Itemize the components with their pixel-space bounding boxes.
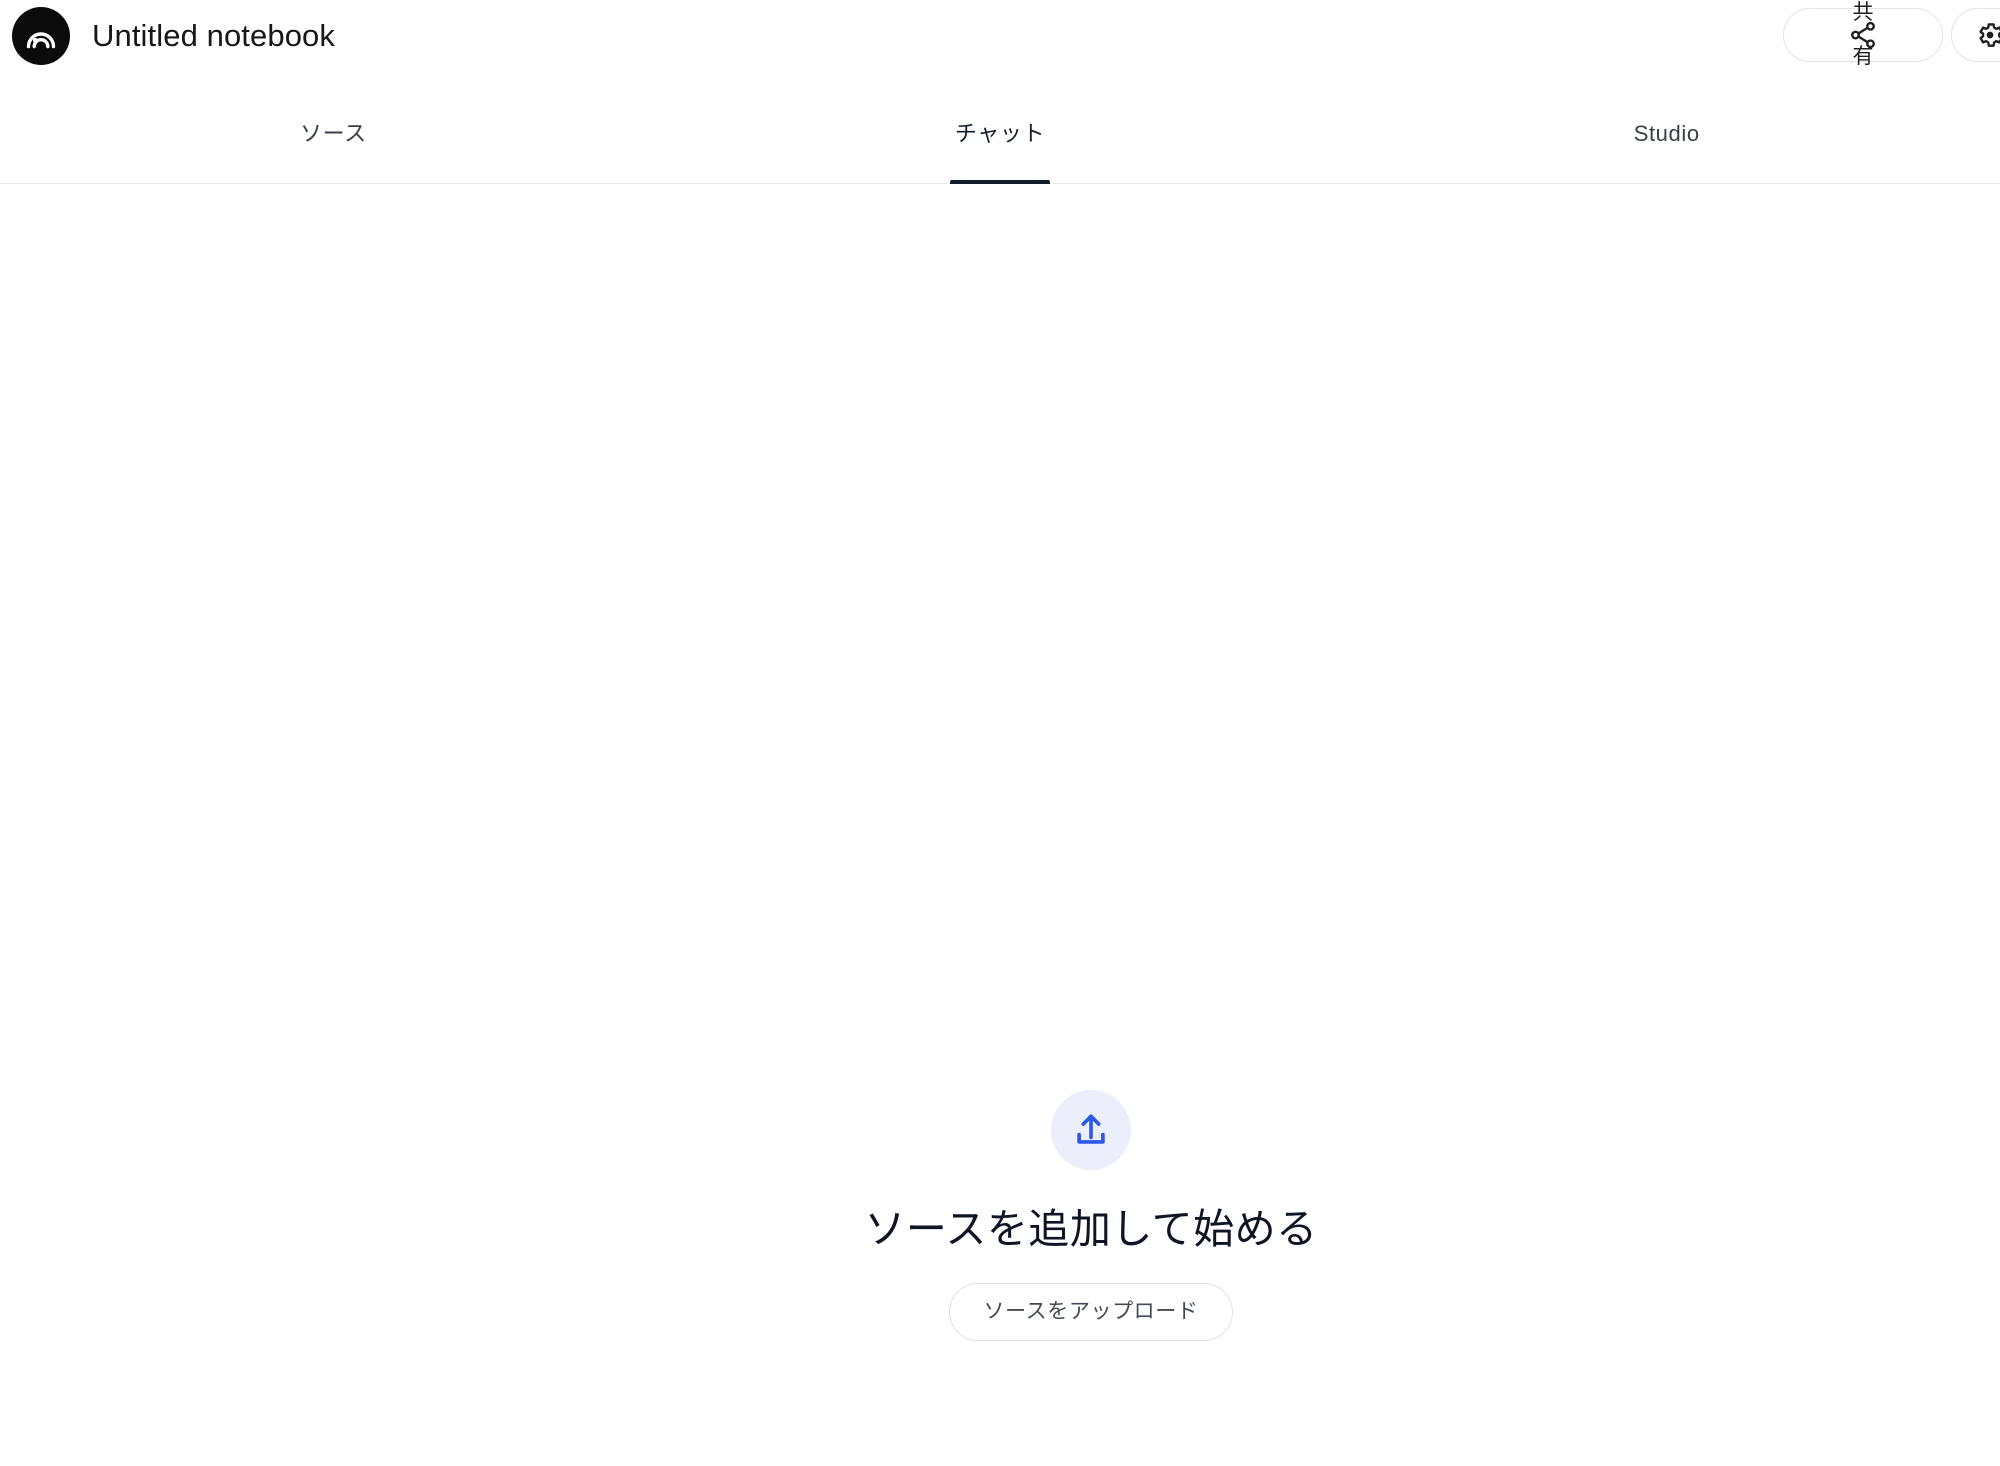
upload-icon [1051,1090,1131,1170]
tab-sources[interactable]: ソース [0,72,667,184]
tab-list: ソース チャット Studio [0,72,2000,184]
empty-state: ソースを追加して始める ソースをアップロード [641,1090,1541,1341]
tab-chat-label: チャット [954,121,1046,146]
tab-bar: ソース チャット Studio [0,72,2000,184]
upload-source-button[interactable]: ソースをアップロード [948,1283,1234,1341]
tab-indicator-active [950,180,1050,184]
tab-indicator [283,180,383,184]
brand: Untitled notebook [0,7,335,65]
settings-button[interactable] [1951,8,2000,62]
notebooklm-app: Untitled notebook 共有 ソース チャット Studio ソース… [0,0,2000,1466]
tab-studio[interactable]: Studio [1333,72,2000,184]
share-button[interactable]: 共有 [1783,1,1943,68]
top-bar: Untitled notebook 共有 [0,0,2000,72]
gear-icon [1975,20,2000,50]
share-icon [1848,20,1878,50]
top-bar-actions: 共有 [1783,1,2000,68]
page-title[interactable]: Untitled notebook [92,16,335,56]
tab-studio-label: Studio [1633,121,1700,146]
tab-indicator [1617,180,1717,184]
main-content: ソースを追加して始める ソースをアップロード [0,185,2000,1466]
tab-sources-label: ソース [299,121,367,146]
notebooklm-logo-icon[interactable] [12,7,70,65]
empty-state-heading: ソースを追加して始める [864,1206,1318,1252]
tab-chat[interactable]: チャット [667,72,1334,184]
